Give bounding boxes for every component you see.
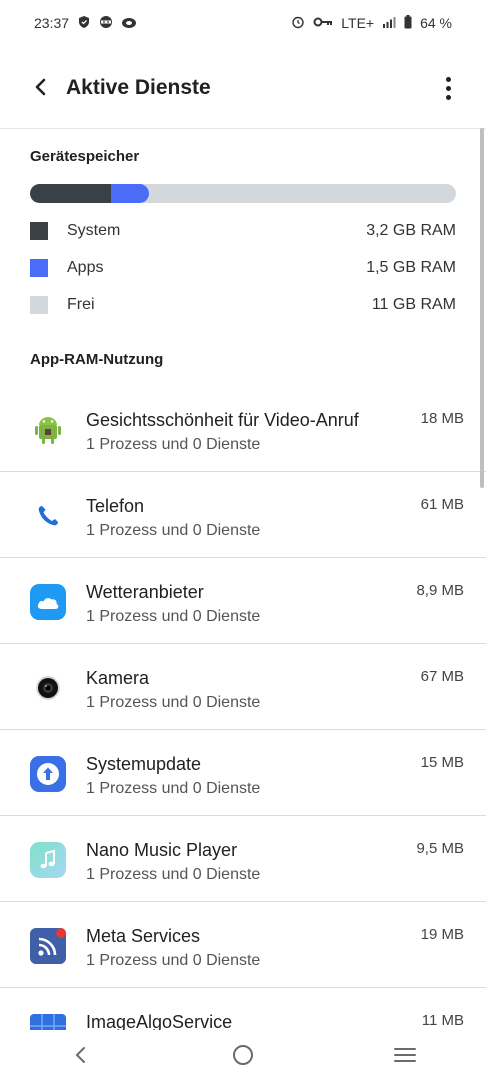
nav-recents-button[interactable] [375, 1035, 435, 1075]
more-options-button[interactable] [436, 72, 460, 104]
list-item[interactable]: Kamera 1 Prozess und 0 Dienste 67 MB [0, 644, 486, 730]
app-process-info: 1 Prozess und 0 Dienste [86, 780, 261, 797]
ninja-icon [99, 15, 113, 32]
signal-icon [382, 15, 396, 31]
legend-value: 1,5 GB RAM [366, 259, 456, 276]
legend-row-apps: Apps 1,5 GB RAM [30, 257, 456, 279]
app-list: Gesichtsschönheit für Video-Anruf 1 Proz… [0, 386, 486, 1074]
legend-value: 11 GB RAM [371, 296, 456, 313]
app-ram-size: 61 MB [420, 496, 464, 513]
battery-level: 64 % [420, 15, 452, 31]
legend-label: Apps [67, 259, 104, 276]
app-ram-size: 15 MB [420, 754, 464, 771]
status-bar: 23:37 LTE+ 64 % [0, 0, 486, 46]
app-process-info: 1 Prozess und 0 Dienste [86, 866, 261, 883]
app-name: Gesichtsschönheit für Video-Anruf [86, 410, 359, 430]
app-bar: Aktive Dienste [0, 58, 486, 120]
back-button[interactable] [26, 72, 56, 102]
legend-value: 3,2 GB RAM [366, 222, 456, 239]
navigation-bar [0, 1030, 486, 1080]
legend-label: Frei [67, 296, 95, 313]
android-icon [30, 412, 66, 448]
memory-bar-system-segment [30, 184, 111, 203]
weather-icon [30, 584, 66, 620]
list-item[interactable]: Systemupdate 1 Prozess und 0 Dienste 15 … [0, 730, 486, 816]
app-ram-size: 19 MB [420, 926, 464, 943]
app-ram-section-title: App-RAM-Nutzung [30, 351, 164, 368]
app-ram-size: 67 MB [420, 668, 464, 685]
app-process-info: 1 Prozess und 0 Dienste [86, 952, 261, 969]
status-time: 23:37 [34, 15, 70, 31]
nav-home-button[interactable] [213, 1035, 273, 1075]
battery-icon [404, 14, 412, 32]
list-item[interactable]: Wetteranbieter 1 Prozess und 0 Dienste 8… [0, 558, 486, 644]
back-arrow-icon [35, 78, 46, 96]
app-process-info: 1 Prozess und 0 Dienste [86, 694, 261, 711]
storage-section-title: Gerätespeicher [30, 148, 140, 165]
status-left: 23:37 [34, 15, 137, 32]
legend-row-system: System 3,2 GB RAM [30, 220, 456, 242]
more-vert-icon-dot [445, 76, 451, 82]
app-process-info: 1 Prozess und 0 Dienste [86, 608, 261, 625]
memory-usage-bar [30, 184, 456, 203]
music-icon [30, 842, 66, 878]
app-name: Nano Music Player [86, 840, 238, 860]
phone-icon [30, 498, 66, 534]
meta-services-icon [30, 928, 66, 964]
system-update-icon [30, 756, 66, 792]
nav-back-button[interactable] [51, 1035, 111, 1075]
nav-menu-icon [394, 1048, 416, 1062]
alarm-icon [291, 15, 305, 32]
shield-icon [77, 15, 91, 32]
more-vert-icon-dot [445, 94, 451, 100]
app-name: Wetteranbieter [86, 582, 204, 602]
app-name: Telefon [86, 496, 145, 516]
app-ram-size: 11 MB [421, 1012, 464, 1029]
status-right: LTE+ 64 % [291, 14, 452, 32]
app-name: Systemupdate [86, 754, 202, 774]
legend-label: System [67, 222, 121, 239]
list-item[interactable]: Meta Services 1 Prozess und 0 Dienste 19… [0, 902, 486, 988]
list-item[interactable]: Gesichtsschönheit für Video-Anruf 1 Proz… [0, 386, 486, 472]
header-divider [0, 128, 486, 129]
camera-icon [30, 670, 66, 706]
more-vert-icon-dot [445, 85, 451, 91]
app-name: Kamera [86, 668, 150, 688]
legend-swatch-free [30, 296, 48, 314]
legend-swatch-apps [30, 259, 48, 277]
list-item[interactable]: Telefon 1 Prozess und 0 Dienste 61 MB [0, 472, 486, 558]
legend-row-free: Frei 11 GB RAM [30, 294, 456, 316]
nav-home-icon [233, 1045, 253, 1065]
vpn-key-icon [313, 15, 333, 31]
app-ram-size: 18 MB [420, 410, 464, 427]
app-ram-size: 9,5 MB [416, 840, 464, 857]
cloud-eye-icon [121, 15, 137, 32]
scrollbar[interactable] [480, 128, 484, 488]
nav-back-icon [75, 1047, 85, 1063]
legend-swatch-system [30, 222, 48, 240]
page-title: Aktive Dienste [66, 76, 211, 99]
app-ram-size: 8,9 MB [416, 582, 464, 599]
list-item[interactable]: Nano Music Player 1 Prozess und 0 Dienst… [0, 816, 486, 902]
app-name: Meta Services [86, 926, 201, 946]
network-type: LTE+ [341, 15, 375, 31]
app-process-info: 1 Prozess und 0 Dienste [86, 522, 261, 539]
app-process-info: 1 Prozess und 0 Dienste [86, 436, 261, 453]
